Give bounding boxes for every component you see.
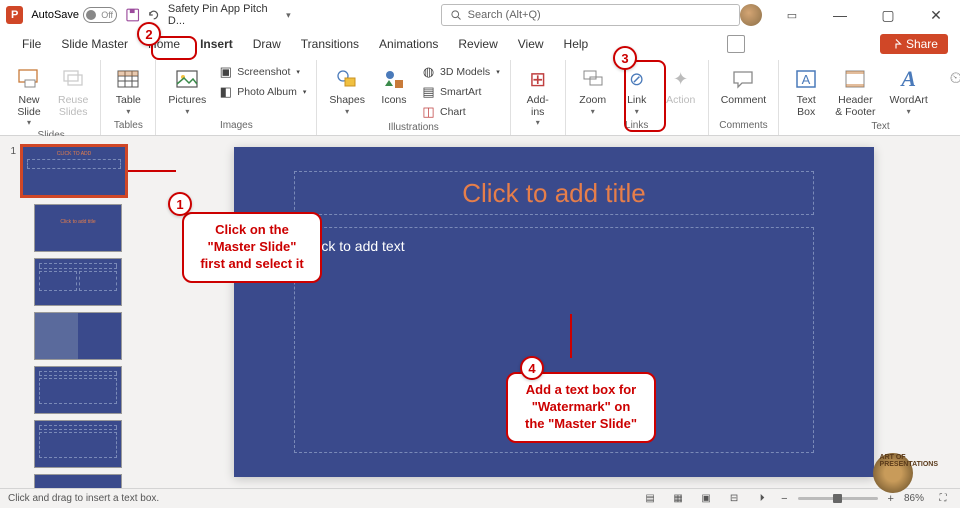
close-button[interactable]: ✕ [918, 1, 954, 29]
search-input[interactable]: Search (Alt+Q) [441, 4, 740, 26]
fit-view-icon[interactable]: ⛶ [934, 490, 952, 508]
tab-insert[interactable]: Insert [190, 33, 243, 55]
annotation-bubble-1: 1 [168, 192, 192, 216]
ribbon: New Slide ▾ Reuse Slides Slides Table ▾ … [0, 58, 960, 136]
tab-slide-master[interactable]: Slide Master [51, 33, 138, 55]
chart-button[interactable]: ◫Chart [417, 102, 504, 122]
annotation-bubble-2: 2 [137, 22, 161, 46]
text-box-button[interactable]: A Text Box [785, 62, 827, 121]
header-footer-button[interactable]: Header & Footer [829, 62, 881, 121]
thumb-layout[interactable] [34, 420, 122, 468]
slidesorter-view-icon[interactable]: ▣ [697, 490, 715, 508]
photo-album-button[interactable]: ◧Photo Album▾ [214, 82, 310, 102]
addins-button[interactable]: ⊞ Add- ins ▾ [517, 62, 559, 130]
reuse-slides-button: Reuse Slides [52, 62, 94, 121]
thumb-layout[interactable] [34, 312, 122, 360]
ribbon-options-icon[interactable]: ▭ [774, 1, 810, 29]
thumb-number: 1 [6, 144, 16, 157]
tab-animations[interactable]: Animations [369, 33, 448, 55]
pictures-button[interactable]: Pictures ▾ [162, 62, 212, 119]
zoom-button[interactable]: Zoom ▾ [572, 62, 614, 119]
action-button: ✦ Action [660, 62, 702, 110]
share-button[interactable]: Share [880, 34, 948, 54]
document-title[interactable]: Safety Pin App Pitch D... ▾ [168, 3, 291, 27]
autosave-toggle[interactable]: Off [83, 7, 117, 23]
group-text: A Text Box Header & Footer A WordArt ▾ ⏲… [779, 60, 960, 135]
thumb-layout[interactable] [34, 366, 122, 414]
svg-text:A: A [802, 72, 811, 87]
group-comments: Comment Comments [709, 60, 780, 135]
screenshot-button[interactable]: ▣Screenshot▾ [214, 62, 310, 82]
shapes-button[interactable]: Shapes ▾ [323, 62, 371, 119]
table-button[interactable]: Table ▾ [107, 62, 149, 119]
watermark-logo: ART OFPRESENTATIONS [854, 444, 932, 502]
comment-button[interactable]: Comment [715, 62, 773, 110]
status-hint: Click and drag to insert a text box. [8, 493, 159, 504]
thumb-master-slide[interactable]: CLICK TO ADD [20, 144, 128, 198]
save-icon[interactable] [125, 7, 140, 23]
group-images: Pictures ▾ ▣Screenshot▾ ◧Photo Album▾ Im… [156, 60, 317, 135]
autosave-label: AutoSave [31, 9, 79, 21]
share-icon [890, 38, 902, 50]
icons-button[interactable]: Icons [373, 62, 415, 110]
annotation-text-1: Click on the "Master Slide" first and se… [182, 212, 322, 283]
normal-view-icon[interactable]: ▦ [669, 490, 687, 508]
main-area: 1 CLICK TO ADD Click to add title Click … [0, 136, 960, 488]
thumb-layout[interactable]: Click to add title [34, 474, 122, 488]
date-time-button[interactable]: ⏲ [936, 62, 960, 96]
undo-icon[interactable] [146, 7, 161, 23]
tab-transitions[interactable]: Transitions [291, 33, 369, 55]
tab-review[interactable]: Review [448, 33, 507, 55]
new-slide-button[interactable]: New Slide ▾ [8, 62, 50, 130]
notes-view-icon[interactable]: ▤ [641, 490, 659, 508]
minimize-button[interactable]: — [822, 1, 858, 29]
thumbnail-panel: 1 CLICK TO ADD Click to add title Click … [0, 136, 148, 488]
tab-file[interactable]: File [12, 33, 51, 55]
tab-help[interactable]: Help [554, 33, 599, 55]
group-links: Zoom ▾ ⊘ Link ▾ ✦ Action Links [566, 60, 709, 135]
annotation-text-4: Add a text box for "Watermark" on the "M… [506, 372, 656, 443]
maximize-button[interactable]: ▢ [870, 1, 906, 29]
3d-models-button[interactable]: ◍3D Models▾ [417, 62, 504, 82]
slideshow-view-icon[interactable]: ⏵ [753, 490, 771, 508]
group-illustrations: Shapes ▾ Icons ◍3D Models▾ ▤SmartArt ◫Ch… [317, 60, 510, 135]
annotation-bubble-3: 3 [613, 46, 637, 70]
link-button[interactable]: ⊘ Link ▾ [616, 62, 658, 119]
smartart-button[interactable]: ▤SmartArt [417, 82, 504, 102]
thumb-layout[interactable]: Click to add title [34, 204, 122, 252]
chevron-down-icon: ▾ [286, 10, 291, 21]
group-tables: Table ▾ Tables [101, 60, 156, 135]
powerpoint-icon: P [6, 6, 23, 24]
annotation-line-4 [570, 314, 572, 358]
comments-button[interactable] [727, 35, 745, 53]
group-addins: ⊞ Add- ins ▾ [511, 60, 566, 135]
tab-draw[interactable]: Draw [243, 33, 291, 55]
user-avatar[interactable] [740, 4, 762, 26]
tab-view[interactable]: View [508, 33, 554, 55]
wordart-button[interactable]: A WordArt ▾ [884, 62, 934, 119]
title-placeholder[interactable]: Click to add title [294, 171, 814, 215]
status-bar: Click and drag to insert a text box. ▤ ▦… [0, 488, 960, 508]
thumb-layout[interactable] [34, 258, 122, 306]
annotation-bubble-4: 4 [520, 356, 544, 380]
reading-view-icon[interactable]: ⊟ [725, 490, 743, 508]
search-icon [450, 9, 462, 21]
annotation-line-1 [128, 170, 176, 172]
autosave-control[interactable]: AutoSave Off [31, 7, 117, 23]
group-slides: New Slide ▾ Reuse Slides Slides [2, 60, 101, 135]
